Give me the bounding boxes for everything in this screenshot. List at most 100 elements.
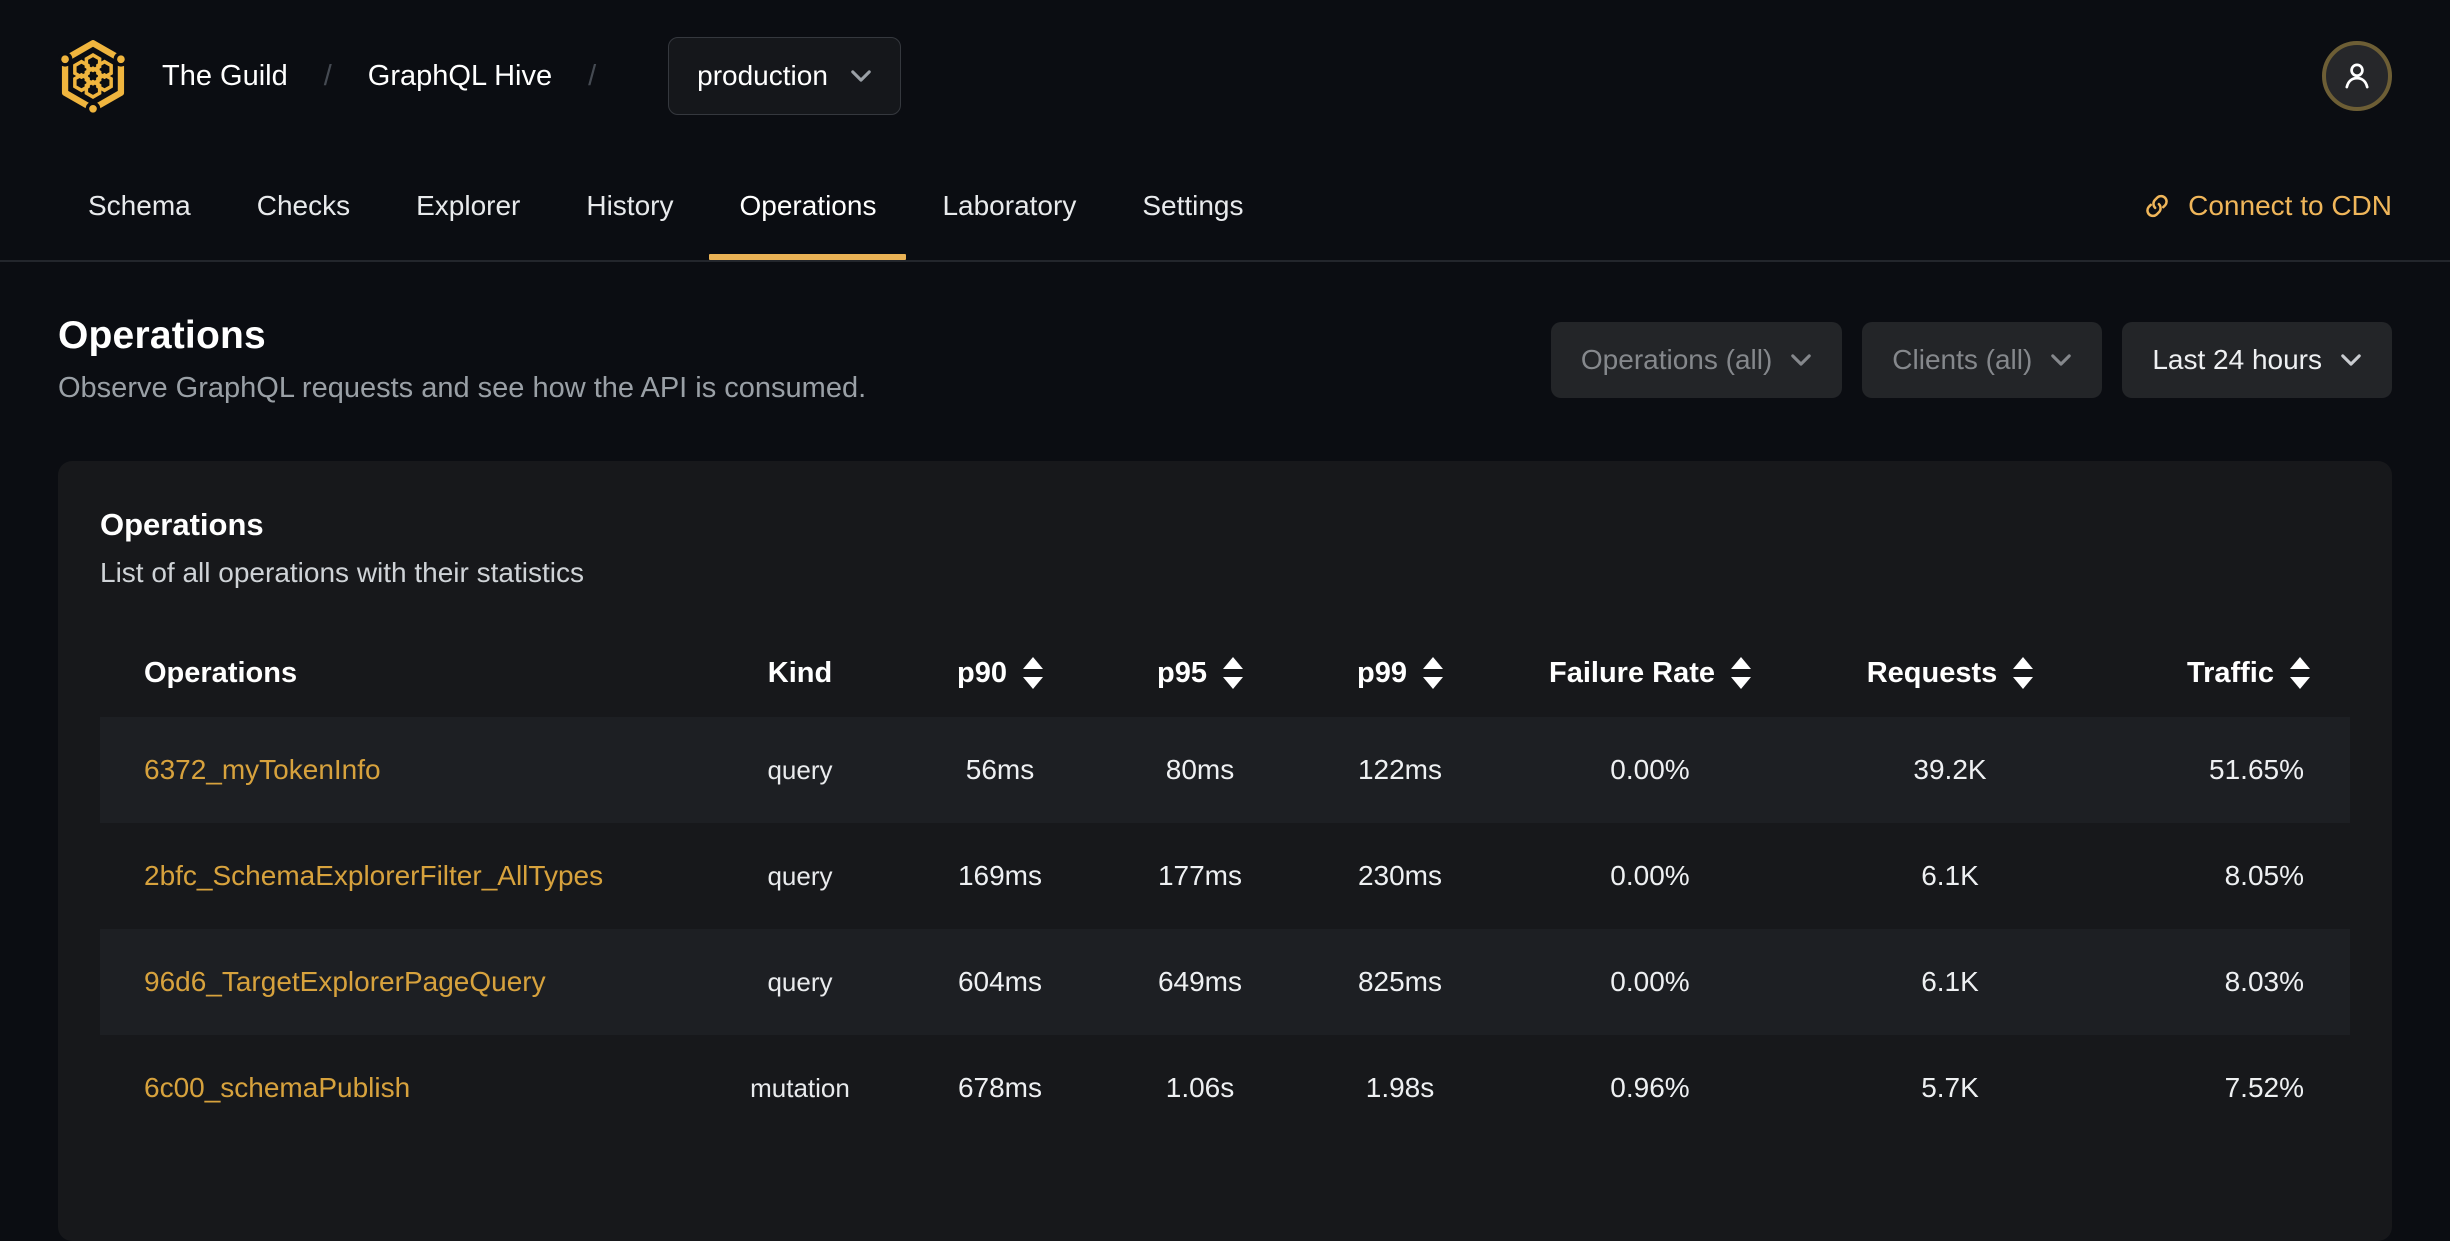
column-header-failure_rate[interactable]: Failure Rate — [1500, 657, 1800, 690]
sort-toggle-icon[interactable] — [1422, 657, 1443, 689]
cell-p99: 230ms — [1357, 860, 1443, 891]
card-subtitle: List of all operations with their statis… — [100, 557, 584, 588]
tab-laboratory[interactable]: Laboratory — [912, 152, 1106, 260]
cell-p90: 56ms — [965, 754, 1035, 785]
cell-failure_rate: 0.00% — [1610, 966, 1690, 997]
column-header-requests[interactable]: Requests — [1800, 657, 2100, 690]
breadcrumb-org[interactable]: The Guild — [162, 60, 288, 93]
page-header: Operations Observe GraphQL requests and … — [0, 262, 2450, 405]
sort-asc-icon — [2013, 657, 2034, 669]
chevron-down-icon — [1790, 353, 1812, 367]
main-nav: Schema Checks Explorer History Operations Lab… — [0, 152, 2450, 262]
breadcrumb-separator: / — [323, 59, 332, 92]
table-body: 6372_myTokenInfo query 56ms 80ms 122ms 0.00% 3… — [100, 717, 2350, 1141]
tab-explorer[interactable]: Explorer — [386, 152, 550, 260]
target-selector-dropdown[interactable]: production — [668, 37, 901, 115]
sort-desc-icon — [2013, 677, 2034, 689]
cell-p90: 604ms — [957, 966, 1043, 997]
cell-kind: query — [767, 754, 833, 785]
connect-to-cdn-button[interactable]: Connect to CDN — [2142, 152, 2392, 260]
chevron-down-icon — [2050, 353, 2072, 367]
cell-requests: 5.7K — [1921, 1072, 1979, 1103]
column-header-p99[interactable]: p99 — [1300, 657, 1500, 690]
operations-filter-dropdown[interactable]: Operations (all) — [1550, 321, 1843, 398]
cell-p95: 1.06s — [1165, 1072, 1235, 1103]
cell-p90: 169ms — [957, 860, 1043, 891]
operation-link[interactable]: 6372_myTokenInfo — [100, 754, 700, 786]
period-filter-dropdown[interactable]: Last 24 hours — [2122, 321, 2392, 398]
user-menu-button[interactable] — [2322, 41, 2392, 111]
cell-requests: 39.2K — [1913, 754, 1987, 785]
cell-failure_rate: 0.00% — [1610, 754, 1690, 785]
sort-toggle-icon[interactable] — [1022, 657, 1043, 689]
user-icon — [2339, 58, 2375, 94]
column-label: Kind — [767, 656, 833, 689]
operations-card: Operations List of all operations with t… — [58, 461, 2392, 1241]
column-label: p95 — [1157, 656, 1207, 689]
sort-toggle-icon[interactable] — [2290, 657, 2310, 689]
column-header-kind: Kind — [700, 657, 900, 690]
column-label: Failure Rate — [1549, 656, 1715, 689]
cell-failure_rate: 0.00% — [1610, 860, 1690, 891]
table-row: 2bfc_SchemaExplorerFilter_AllTypes query 1… — [100, 823, 2350, 929]
card-title: Operations — [100, 507, 264, 542]
cell-p95: 177ms — [1157, 860, 1243, 891]
column-header-p90[interactable]: p90 — [900, 657, 1100, 690]
column-label: Operations — [144, 656, 298, 689]
breadcrumb-project[interactable]: GraphQL Hive — [368, 60, 552, 93]
table-row: 96d6_TargetExplorerPageQuery query 604ms 64… — [100, 929, 2350, 1035]
sort-toggle-icon[interactable] — [1731, 657, 1751, 689]
chevron-down-icon — [2340, 353, 2362, 367]
column-header-operation: Operations — [100, 657, 700, 690]
sort-asc-icon — [1731, 657, 1751, 669]
connect-to-cdn-label: Connect to CDN — [2188, 190, 2392, 221]
top-bar: The Guild / GraphQL Hive / production — [0, 0, 2450, 152]
column-header-p95[interactable]: p95 — [1100, 657, 1300, 690]
breadcrumb: The Guild / GraphQL Hive / production — [58, 37, 901, 115]
tab-history[interactable]: History — [556, 152, 703, 260]
cell-p99: 1.98s — [1365, 1072, 1435, 1103]
cell-p95: 80ms — [1165, 754, 1235, 785]
sort-toggle-icon[interactable] — [2013, 657, 2034, 689]
cell-p99: 122ms — [1357, 754, 1443, 785]
cell-p90: 678ms — [957, 1072, 1043, 1103]
sort-asc-icon — [1222, 657, 1243, 669]
column-header-traffic[interactable]: Traffic — [2100, 657, 2350, 690]
column-label: Requests — [1866, 656, 1998, 689]
hive-logo-icon[interactable] — [58, 39, 128, 113]
operation-link[interactable]: 6c00_schemaPublish — [100, 1072, 700, 1104]
clients-filter-dropdown[interactable]: Clients (all) — [1862, 321, 2103, 398]
tab-schema[interactable]: Schema — [58, 152, 221, 260]
target-selector-value: production — [697, 60, 828, 91]
operations-filter-label: Operations (all) — [1580, 343, 1773, 375]
table-header-row: Operations Kind p90 p95 p99 Failure Rate Reque… — [100, 629, 2350, 717]
link-icon — [2142, 191, 2172, 221]
period-filter-label: Last 24 hours — [2152, 343, 2322, 375]
column-label: Traffic — [2186, 656, 2274, 689]
page-header-text: Operations Observe GraphQL requests and … — [58, 314, 866, 405]
sort-desc-icon — [1422, 677, 1443, 689]
tab-settings[interactable]: Settings — [1112, 152, 1273, 260]
cell-kind: query — [767, 966, 833, 997]
page-title: Operations — [58, 314, 266, 357]
cell-traffic: 51.65% — [2209, 754, 2304, 785]
sort-asc-icon — [1422, 657, 1443, 669]
page-subtitle: Observe GraphQL requests and see how the… — [58, 372, 867, 404]
cell-requests: 6.1K — [1921, 966, 1979, 997]
operation-link[interactable]: 2bfc_SchemaExplorerFilter_AllTypes — [100, 860, 700, 892]
clients-filter-label: Clients (all) — [1892, 343, 2033, 375]
sort-asc-icon — [1022, 657, 1043, 669]
tab-checks[interactable]: Checks — [227, 152, 380, 260]
cell-failure_rate: 0.96% — [1610, 1072, 1690, 1103]
cell-p95: 649ms — [1157, 966, 1243, 997]
sort-toggle-icon[interactable] — [1222, 657, 1243, 689]
cell-traffic: 8.03% — [2224, 966, 2304, 997]
operation-link[interactable]: 96d6_TargetExplorerPageQuery — [100, 966, 700, 998]
tab-operations[interactable]: Operations — [709, 152, 907, 260]
breadcrumb-separator: / — [588, 59, 597, 92]
nav-tabs: Schema Checks Explorer History Operations Lab… — [58, 152, 1274, 260]
cell-kind: mutation — [750, 1072, 850, 1103]
operations-table: Operations Kind p90 p95 p99 Failure Rate Reque… — [100, 629, 2350, 1141]
filters: Operations (all) Clients (all) Last 24 h… — [1550, 321, 2392, 398]
column-label: p99 — [1357, 656, 1407, 689]
